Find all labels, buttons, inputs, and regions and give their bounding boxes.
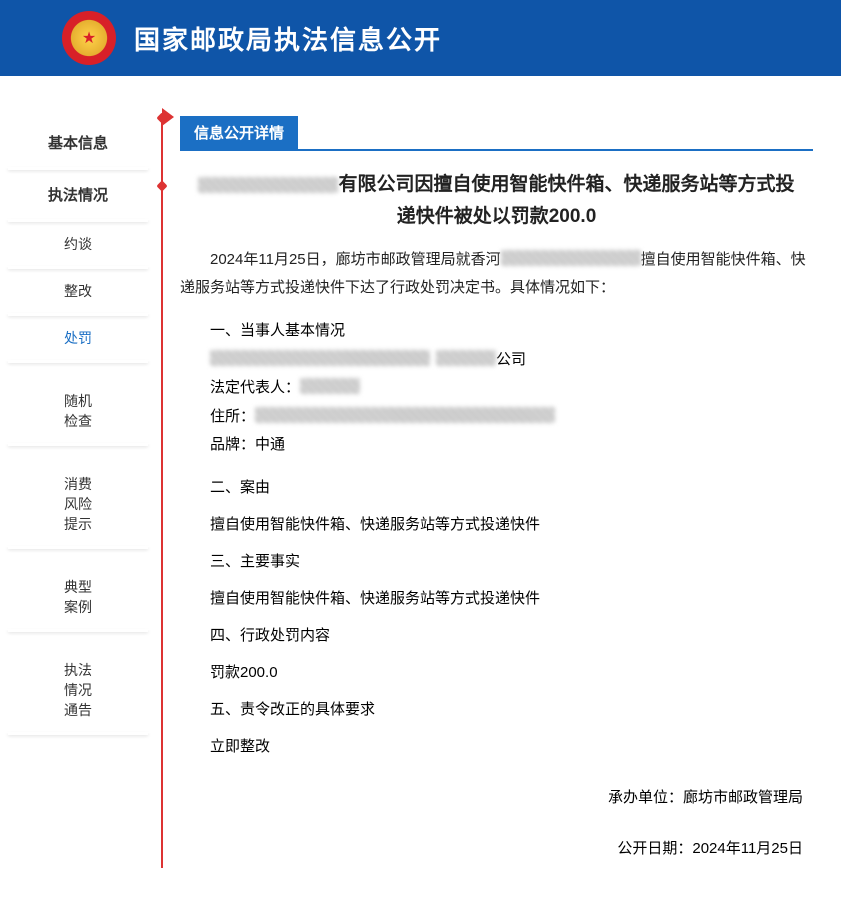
brand-label: 品牌： — [210, 436, 255, 453]
cause-text: 擅自使用智能快件箱、快递服务站等方式投递快件 — [180, 513, 813, 534]
sidebar-item-label: 整改 — [64, 283, 92, 299]
redacted-text — [436, 350, 496, 366]
sidebar-item-interview[interactable]: 约谈 — [0, 222, 156, 267]
facts-text: 擅自使用智能快件箱、快递服务站等方式投递快件 — [180, 587, 813, 608]
sidebar-item-enforcement[interactable]: 执法情况 — [0, 170, 156, 220]
handler-label: 承办单位： — [608, 789, 683, 806]
brand-line: 品牌：中通 — [180, 431, 813, 460]
sidebar-item-label: 典型 案例 — [64, 579, 92, 615]
redacted-text — [210, 350, 430, 366]
redacted-text — [255, 407, 555, 423]
sidebar-item-basic-info[interactable]: 基本信息 — [0, 118, 156, 168]
party-line: 公司 — [180, 346, 813, 375]
intro-prefix: 2024年11月25日，廊坊市邮政管理局就香河 — [210, 251, 501, 268]
title-text: 有限公司因擅自使用智能快件箱、快递服务站等方式投递快件被处以罚款200.0 — [338, 174, 794, 227]
national-emblem-icon: ★ — [62, 11, 116, 65]
handler-line: 承办单位：廊坊市邮政管理局 — [180, 786, 813, 807]
publish-date-line: 公开日期：2024年11月25日 — [180, 837, 813, 858]
section-4-heading: 四、行政处罚内容 — [180, 624, 813, 645]
redacted-text — [501, 250, 641, 266]
legal-rep-line: 法定代表人： — [180, 374, 813, 403]
sidebar-item-label: 约谈 — [64, 236, 92, 252]
sidebar-item-label: 处罚 — [64, 330, 92, 346]
rectify-text: 立即整改 — [180, 735, 813, 756]
brand-value: 中通 — [255, 436, 285, 453]
redacted-text — [300, 378, 360, 394]
date-value: 2024年11月25日 — [692, 840, 803, 857]
sidebar-item-rectification[interactable]: 整改 — [0, 269, 156, 314]
redacted-text — [198, 177, 338, 193]
handler-value: 廊坊市邮政管理局 — [683, 789, 803, 806]
address-label: 住所： — [210, 408, 255, 425]
date-label: 公开日期： — [617, 840, 692, 857]
sidebar-item-consumer-risk[interactable]: 消费 风险 提示 — [0, 446, 156, 547]
penalty-text: 罚款200.0 — [180, 661, 813, 682]
sidebar-item-enforcement-notice[interactable]: 执法 情况 通告 — [0, 632, 156, 733]
sidebar-nav: 基本信息 执法情况 约谈 整改 处罚 随机 检查 消费 风险 提示 典型 案例 — [0, 76, 156, 898]
sidebar-item-label: 基本信息 — [48, 135, 108, 152]
sidebar-item-label: 消费 风险 提示 — [64, 476, 92, 532]
section-5-heading: 五、责令改正的具体要求 — [180, 698, 813, 719]
header-title: 国家邮政局执法信息公开 — [134, 20, 442, 57]
content-area: 信息公开详情 有限公司因擅自使用智能快件箱、快递服务站等方式投递快件被处以罚款2… — [156, 76, 841, 898]
sidebar-item-label: 执法 情况 通告 — [64, 662, 92, 718]
sidebar-item-typical-cases[interactable]: 典型 案例 — [0, 549, 156, 630]
section-3-heading: 三、主要事实 — [180, 550, 813, 571]
sidebar-item-penalty[interactable]: 处罚 — [0, 316, 156, 361]
section-2-heading: 二、案由 — [180, 476, 813, 497]
section-1-heading: 一、当事人基本情况 — [180, 319, 813, 340]
legal-rep-label: 法定代表人： — [210, 379, 300, 396]
detail-heading-tag: 信息公开详情 — [180, 116, 298, 149]
intro-paragraph: 2024年11月25日，廊坊市邮政管理局就香河擅自使用智能快件箱、快递服务站等方… — [180, 246, 813, 303]
party-suffix: 公司 — [496, 351, 526, 368]
address-line: 住所： — [180, 403, 813, 432]
sidebar-item-label: 执法情况 — [48, 187, 108, 204]
sidebar-item-random-inspection[interactable]: 随机 检查 — [0, 363, 156, 444]
sidebar-item-label: 随机 检查 — [64, 393, 92, 429]
article-title: 有限公司因擅自使用智能快件箱、快递服务站等方式投递快件被处以罚款200.0 — [180, 165, 813, 246]
page-header: ★ 国家邮政局执法信息公开 — [0, 0, 841, 76]
